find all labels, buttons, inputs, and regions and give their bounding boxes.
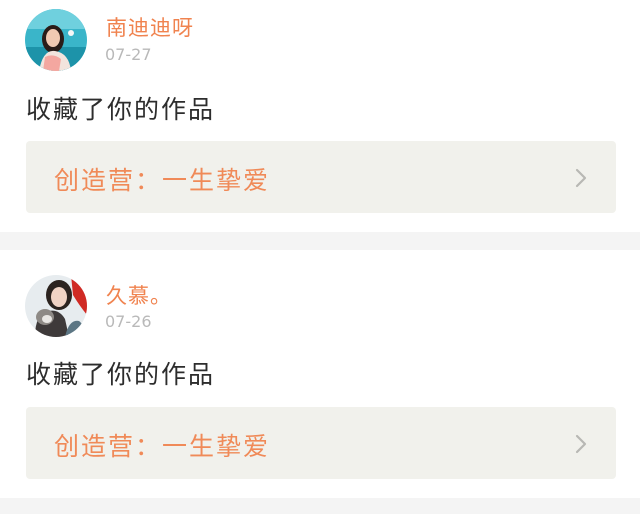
user-avatar-pool-icon[interactable] <box>25 9 87 71</box>
user-name[interactable]: 南迪迪呀 <box>106 12 194 42</box>
work-title: 创造营：一生挚爱 <box>54 432 271 461</box>
timestamp: 07-27 <box>105 45 152 64</box>
work-title: 创造营：一生挚爱 <box>54 166 271 195</box>
chevron-right-icon <box>574 433 588 455</box>
action-text: 收藏了你的作品 <box>26 360 216 389</box>
work-link[interactable]: 创造营：一生挚爱 <box>26 141 616 213</box>
work-link[interactable]: 创造营：一生挚爱 <box>26 407 616 479</box>
user-avatar-dog-icon[interactable] <box>25 275 87 337</box>
notification-card: 南迪迪呀 07-27 收藏了你的作品 创造营：一生挚爱 <box>0 0 640 232</box>
timestamp: 07-26 <box>105 312 152 331</box>
chevron-right-icon <box>574 167 588 189</box>
notification-feed: 南迪迪呀 07-27 收藏了你的作品 创造营：一生挚爱 久慕。 07-26 收藏… <box>0 0 640 514</box>
notification-card: 久慕。 07-26 收藏了你的作品 创造营：一生挚爱 <box>0 250 640 498</box>
action-text: 收藏了你的作品 <box>26 95 216 124</box>
user-name[interactable]: 久慕。 <box>106 280 172 310</box>
